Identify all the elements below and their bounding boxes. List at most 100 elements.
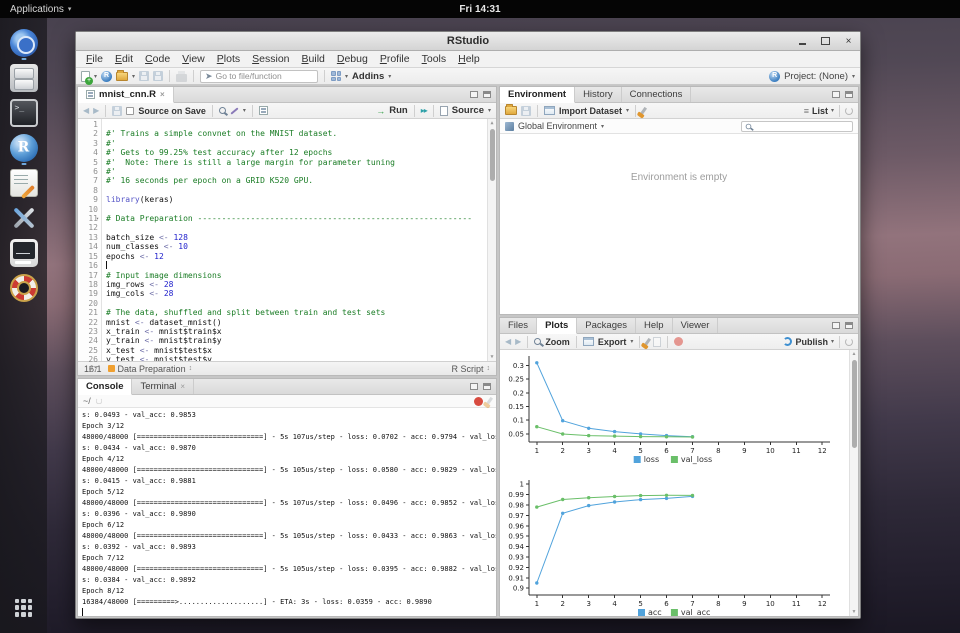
chevron-down-icon[interactable]: ▾ [243,107,246,114]
goto-file-box[interactable]: ➤ [200,70,318,83]
run-button[interactable]: Run [389,105,407,116]
scope-selector[interactable]: Data Preparation ↕ [108,364,193,374]
minimize-pane-icon[interactable] [832,91,840,98]
dock-item-text-editor[interactable] [7,165,41,200]
menu-edit[interactable]: Edit [109,51,139,67]
tab-terminal[interactable]: Terminal × [132,379,194,394]
code-tools-icon[interactable] [230,107,238,114]
menu-debug[interactable]: Debug [331,51,374,67]
close-icon[interactable]: × [180,382,185,391]
rerun-icon[interactable]: ▸▸ [421,106,427,115]
save-icon[interactable] [139,71,149,81]
chevron-down-icon[interactable]: ▾ [388,73,391,80]
scroll-up-icon[interactable]: ▲ [850,350,858,358]
menu-help[interactable]: Help [452,51,486,67]
publish-button[interactable]: Publish [795,337,828,347]
dock-item-chromium[interactable] [7,25,41,60]
clock[interactable]: Fri 14:31 [459,4,500,15]
dock-item-r[interactable] [7,130,41,165]
back-icon[interactable]: ◀ [83,106,89,115]
clear-environment-icon[interactable] [640,106,647,114]
scrollbar-thumb[interactable] [490,129,495,181]
tab-packages[interactable]: Packages [577,318,636,333]
scrollbar-thumb[interactable] [852,360,857,448]
maximize-pane-icon[interactable] [845,91,853,98]
compile-report-icon[interactable] [259,106,268,115]
dock-item-terminal[interactable] [7,95,41,130]
tab-files[interactable]: Files [500,318,537,333]
export-button[interactable]: Export [598,337,627,347]
new-project-icon[interactable] [101,71,112,82]
print-icon[interactable] [176,74,187,82]
zoom-button[interactable]: Zoom [545,337,570,347]
maximize-pane-icon[interactable] [845,322,853,329]
chevron-down-icon[interactable]: ▾ [94,73,97,80]
chevron-down-icon[interactable]: ▾ [852,73,855,80]
list-view-selector[interactable]: List [812,106,828,116]
goto-file-input[interactable] [216,71,313,81]
chevron-down-icon[interactable]: ▾ [488,107,491,114]
save-all-icon[interactable] [153,71,163,81]
previous-plot-icon[interactable]: ◀ [505,337,511,346]
chevron-down-icon[interactable]: ▾ [630,338,633,345]
maximize-button[interactable] [820,36,831,47]
tab-plots[interactable]: Plots [537,318,577,334]
plots-scrollbar[interactable]: ▲ ▼ [849,350,858,616]
menu-view[interactable]: View [176,51,211,67]
remove-plot-icon[interactable] [644,337,651,345]
clear-console-icon[interactable] [486,397,493,405]
pane-layout-icon[interactable] [331,71,341,81]
new-file-icon[interactable] [81,71,90,82]
tab-environment[interactable]: Environment [500,87,575,103]
editor-scrollbar[interactable]: ▲ ▼ [487,119,496,361]
chevron-down-icon[interactable]: ▾ [601,123,604,130]
menu-build[interactable]: Build [296,51,331,67]
source-button[interactable]: Source [452,105,484,116]
chevron-down-icon[interactable]: ▾ [345,73,348,80]
chevron-down-icon[interactable]: ▾ [132,73,135,80]
menu-profile[interactable]: Profile [374,51,416,67]
maximize-pane-icon[interactable] [483,383,491,390]
code-editor[interactable]: 1234567891011▾12131415161718192021222324… [78,119,496,361]
minimize-pane-icon[interactable] [470,383,478,390]
tab-console[interactable]: Console [78,379,132,395]
forward-icon[interactable]: ▶ [93,106,99,115]
maximize-pane-icon[interactable] [483,91,491,98]
minimize-pane-icon[interactable] [470,91,478,98]
remove-current-plot-icon[interactable] [653,337,661,347]
chevron-down-icon[interactable]: ▾ [626,107,629,114]
scroll-down-icon[interactable]: ▼ [488,353,496,361]
close-icon[interactable]: × [160,90,165,99]
environment-search-box[interactable] [741,121,853,132]
applications-menu[interactable]: Applications ▾ [0,0,81,18]
dock-item-tools[interactable] [7,200,41,235]
dock-item-screenshot[interactable] [7,235,41,270]
tab-history[interactable]: History [575,87,622,102]
menu-file[interactable]: File [80,51,109,67]
scroll-up-icon[interactable]: ▲ [488,119,496,127]
global-environment-selector[interactable]: Global Environment [518,121,597,131]
tab-help[interactable]: Help [636,318,673,333]
refresh-icon[interactable] [845,338,853,346]
project-selector[interactable]: Project: (None) [784,71,848,82]
next-plot-icon[interactable]: ▶ [515,337,521,346]
menu-session[interactable]: Session [246,51,295,67]
menu-code[interactable]: Code [139,51,176,67]
minimize-button[interactable] [797,36,808,47]
chevron-down-icon[interactable]: ▾ [831,107,834,114]
source-on-save-checkbox[interactable] [126,107,134,115]
window-titlebar[interactable]: RStudio × [76,32,860,51]
console-output[interactable]: s: 0.0493 - val_acc: 0.9853Epoch 3/12480… [78,408,496,616]
interrupt-r-icon[interactable] [474,397,483,406]
open-file-icon[interactable] [116,72,128,81]
scroll-down-icon[interactable]: ▼ [850,608,858,616]
save-icon[interactable] [112,106,122,116]
addins-button[interactable]: Addins [352,71,384,82]
clear-all-plots-icon[interactable] [674,337,683,346]
dock-item-help[interactable] [7,270,41,305]
tab-connections[interactable]: Connections [622,87,692,102]
import-dataset-button[interactable]: Import Dataset [559,106,622,116]
session-icon[interactable] [96,398,102,404]
minimize-pane-icon[interactable] [832,322,840,329]
dock-item-file-manager[interactable] [7,60,41,95]
